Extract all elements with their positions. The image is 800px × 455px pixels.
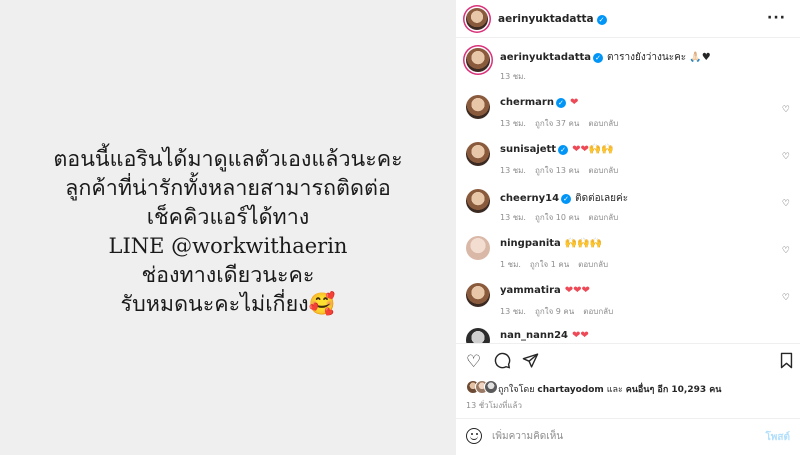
- comment-likes[interactable]: ถูกใจ 10 คน: [535, 213, 579, 222]
- caption-avatar[interactable]: [466, 48, 490, 72]
- post-text-line: เช็คคิวแอร์ได้ทาง: [146, 204, 310, 230]
- comment-item: chermarn ✓ ❤ 13 ชม. ถูกใจ 37 คน ตอบกลับ ♡: [456, 93, 800, 137]
- post-text-line: ลูกค้าที่น่ารักทั้งหลายสามารถติดต่อ: [65, 175, 391, 201]
- author-avatar[interactable]: [466, 8, 488, 30]
- comment-bubble-icon[interactable]: [494, 352, 511, 374]
- commenter-username[interactable]: cheerny14: [500, 193, 559, 204]
- caption-meta: 13 ชม.: [500, 70, 535, 83]
- comment-time: 13 ชม.: [500, 307, 526, 316]
- caption-time: 13 ชม.: [500, 72, 526, 81]
- comment-likes[interactable]: ถูกใจ 9 คน: [535, 307, 574, 316]
- comment-time: 1 ชม.: [500, 260, 521, 269]
- verified-badge-icon: ✓: [555, 98, 566, 108]
- post-header: aerinyuktadatta ✓ ···: [456, 0, 800, 38]
- comment-text: yammatira ❤❤❤: [500, 285, 590, 296]
- comment-time: 13 ชม.: [500, 166, 526, 175]
- commenter-avatar[interactable]: [466, 283, 490, 307]
- like-comment-heart-icon[interactable]: ♡: [782, 246, 790, 256]
- caption-text: aerinyuktadatta ✓ ตารางยังว่างนะคะ 🙏🏻♥: [500, 50, 711, 65]
- commenter-avatar[interactable]: [466, 328, 490, 343]
- likes-others-link[interactable]: คนอื่นๆ อีก 10,293 คน: [626, 385, 722, 395]
- like-comment-heart-icon[interactable]: ♡: [782, 152, 790, 162]
- liker-username[interactable]: chartayodom: [537, 385, 603, 395]
- post-text-line: ช่องทางเดียวนะคะ: [141, 262, 315, 288]
- divider: [456, 343, 800, 344]
- comment-item: nan_nann24 ❤❤: [456, 326, 800, 343]
- commenter-username[interactable]: nan_nann24: [500, 330, 568, 341]
- like-comment-heart-icon[interactable]: ♡: [782, 105, 790, 115]
- comment-meta: 13 ชม. ถูกใจ 10 คน ตอบกลับ: [500, 211, 627, 224]
- comment-item: yammatira ❤❤❤ 13 ชม. ถูกใจ 9 คน ตอบกลับ ♡: [456, 281, 800, 325]
- post-actions: ♡: [464, 352, 794, 374]
- comment-text: ningpanita 🙌🙌🙌: [500, 238, 602, 249]
- like-comment-heart-icon[interactable]: ♡: [782, 199, 790, 209]
- comment-body: ❤❤: [572, 330, 589, 341]
- author-username-text[interactable]: aerinyuktadatta: [498, 13, 594, 25]
- likes-summary: ถูกใจโดย chartayodom และ คนอื่นๆ อีก 10,…: [466, 380, 796, 396]
- likes-and: และ: [606, 385, 623, 395]
- comment-item: cheerny14 ✓ ติดต่อเลยค่ะ 13 ชม. ถูกใจ 10 คน…: [456, 187, 800, 231]
- comment-meta: 1 ชม. ถูกใจ 1 คน ตอบกลับ: [500, 258, 617, 271]
- add-comment-input[interactable]: [492, 427, 742, 445]
- author-username[interactable]: aerinyuktadatta ✓: [498, 13, 607, 25]
- comment-body: ❤: [569, 97, 579, 108]
- commenter-username[interactable]: sunisajett: [500, 144, 556, 155]
- save-bookmark-icon[interactable]: [779, 352, 794, 374]
- post-text-line: LINE @workwithaerin: [108, 233, 348, 258]
- comment-body: 🙌🙌🙌: [564, 238, 603, 249]
- likes-prefix: ถูกใจโดย: [498, 385, 535, 395]
- like-comment-heart-icon[interactable]: ♡: [782, 293, 790, 303]
- caption: aerinyuktadatta ✓ ตารางยังว่างนะคะ 🙏🏻♥ 13 …: [456, 46, 800, 90]
- comment-meta: 13 ชม. ถูกใจ 9 คน ตอบกลับ: [500, 305, 622, 318]
- reply-button[interactable]: ตอบกลับ: [588, 119, 618, 128]
- post-side-panel: aerinyuktadatta ✓ ··· aerinyuktadatta ✓ ตาร…: [456, 0, 800, 455]
- commenter-avatar[interactable]: [466, 189, 490, 213]
- post-time-ago[interactable]: 13 ชั่วโมงที่แล้ว: [466, 399, 522, 412]
- likes-text: ถูกใจโดย chartayodom และ คนอื่นๆ อีก 10,…: [498, 382, 721, 396]
- divider: [456, 418, 800, 419]
- comment-item: sunisajett ✓ ❤❤🙌🙌 13 ชม. ถูกใจ 13 คน ตอบกลับ…: [456, 140, 800, 184]
- verified-badge-icon: ✓: [561, 194, 572, 204]
- commenter-avatar[interactable]: [466, 236, 490, 260]
- commenter-avatar[interactable]: [466, 142, 490, 166]
- caption-body: ตารางยังว่างนะคะ 🙏🏻♥: [607, 52, 711, 63]
- post-comment-button[interactable]: โพสต์: [765, 430, 790, 445]
- post-image[interactable]: ตอนนี้แอรินได้มาดูแลตัวเองแล้วนะคะ ลูกค้…: [0, 0, 456, 455]
- reply-button[interactable]: ตอบกลับ: [588, 166, 618, 175]
- comment-body: ติดต่อเลยค่ะ: [575, 193, 629, 204]
- more-options-icon[interactable]: ···: [767, 10, 786, 26]
- share-send-icon[interactable]: [522, 352, 539, 374]
- commenter-username[interactable]: ningpanita: [500, 238, 561, 249]
- comment-text: nan_nann24 ❤❤: [500, 330, 589, 341]
- comment-time: 13 ชม.: [500, 213, 526, 222]
- comment-body: ❤❤🙌🙌: [572, 144, 614, 155]
- post-image-text: ตอนนี้แอรินได้มาดูแลตัวเองแล้วนะคะ ลูกค้…: [0, 145, 456, 319]
- verified-badge-icon: ✓: [593, 53, 604, 63]
- reply-button[interactable]: ตอบกลับ: [578, 260, 608, 269]
- comment-text: cheerny14 ✓ ติดต่อเลยค่ะ: [500, 191, 628, 206]
- post-text-line: ตอนนี้แอรินได้มาดูแลตัวเองแล้วนะคะ: [53, 146, 403, 172]
- commenter-username[interactable]: yammatira: [500, 285, 561, 296]
- post-text-line: รับหมดนะคะไม่เกี่ยง🥰: [120, 291, 336, 317]
- commenter-username[interactable]: chermarn: [500, 97, 554, 108]
- verified-badge-icon: ✓: [558, 145, 569, 155]
- liker-avatar[interactable]: [484, 380, 498, 394]
- comment-likes[interactable]: ถูกใจ 1 คน: [530, 260, 569, 269]
- verified-badge-icon: ✓: [596, 15, 607, 25]
- like-heart-icon[interactable]: ♡: [466, 352, 481, 372]
- comment-time: 13 ชม.: [500, 119, 526, 128]
- comment-likes[interactable]: ถูกใจ 37 คน: [535, 119, 579, 128]
- comment-text: chermarn ✓ ❤: [500, 97, 578, 108]
- comment-meta: 13 ชม. ถูกใจ 37 คน ตอบกลับ: [500, 117, 627, 130]
- commenter-avatar[interactable]: [466, 95, 490, 119]
- comment-body: ❤❤❤: [564, 285, 590, 296]
- comment-item: ningpanita 🙌🙌🙌 1 ชม. ถูกใจ 1 คน ตอบกลับ ♡: [456, 234, 800, 278]
- comment-text: sunisajett ✓ ❤❤🙌🙌: [500, 144, 614, 155]
- comment-meta: 13 ชม. ถูกใจ 13 คน ตอบกลับ: [500, 164, 627, 177]
- reply-button[interactable]: ตอบกลับ: [583, 307, 613, 316]
- caption-username[interactable]: aerinyuktadatta: [500, 52, 591, 63]
- comment-likes[interactable]: ถูกใจ 13 คน: [535, 166, 579, 175]
- reply-button[interactable]: ตอบกลับ: [588, 213, 618, 222]
